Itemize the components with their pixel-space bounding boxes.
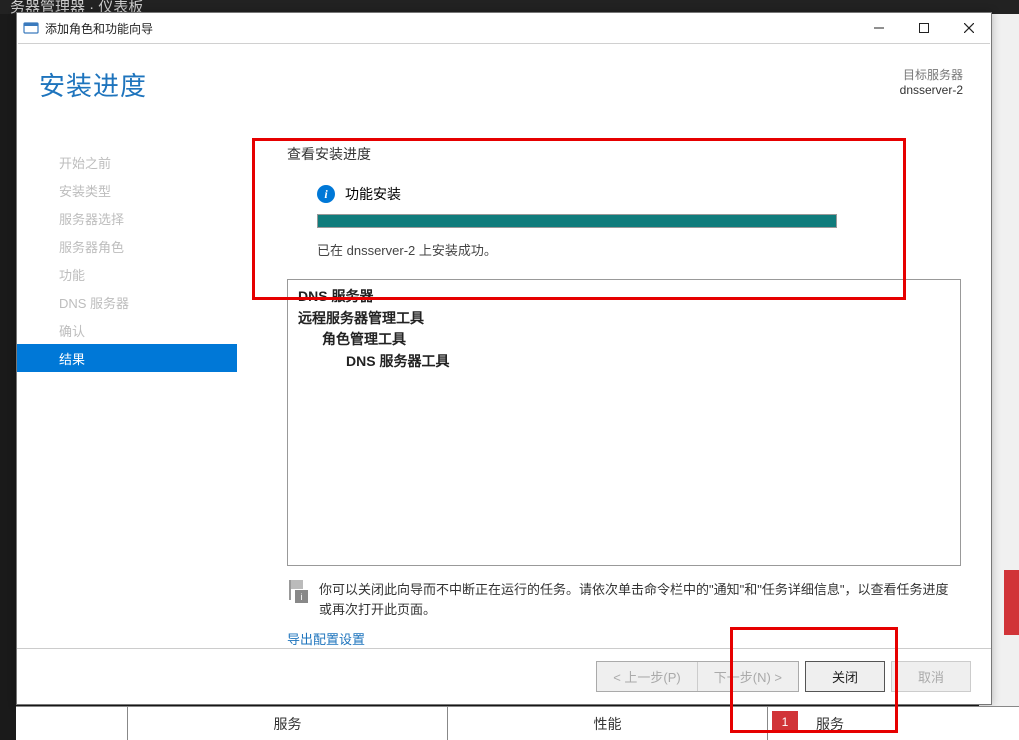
background-bottom-strip: 服务 性能 1 服务 (16, 706, 1019, 740)
content-panel: 查看安装进度 i 功能安装 已在 dnsserver-2 上安装成功。 DNS … (237, 138, 991, 648)
wizard-steps: 开始之前 安装类型 服务器选择 服务器角色 功能 DNS 服务器 确认 结果 (17, 138, 237, 648)
alert-badge: 1 (772, 711, 798, 733)
footer: < 上一步(P) 下一步(N) > 关闭 取消 (17, 648, 991, 704)
tree-item: 角色管理工具 (298, 329, 950, 351)
bottom-cell-services[interactable]: 服务 (128, 707, 448, 740)
tree-item: DNS 服务器 (298, 286, 950, 308)
bottom-cell-label: 服务 (816, 714, 844, 734)
target-server-block: 目标服务器 dnsserver-2 (900, 66, 963, 97)
nav-button-group: < 上一步(P) 下一步(N) > (596, 661, 799, 692)
step-dns-server: DNS 服务器 (17, 288, 237, 316)
tree-item: DNS 服务器工具 (298, 351, 950, 373)
app-icon (23, 20, 39, 36)
progress-fill (318, 215, 836, 227)
info-icon: i (317, 185, 335, 203)
wizard-dialog: 添加角色和功能向导 安装进度 目标服务器 dnsserver-2 开始 (16, 12, 992, 705)
titlebar: 添加角色和功能向导 (17, 13, 991, 43)
header: 安装进度 目标服务器 dnsserver-2 (17, 44, 991, 138)
close-button[interactable]: 关闭 (805, 661, 885, 692)
step-features: 功能 (17, 260, 237, 288)
section-label: 查看安装进度 (287, 144, 961, 164)
step-results[interactable]: 结果 (17, 344, 237, 372)
bottom-cell-performance[interactable]: 性能 (448, 707, 768, 740)
page-title: 安装进度 (39, 66, 147, 103)
success-message: 已在 dnsserver-2 上安装成功。 (317, 240, 961, 259)
target-label: 目标服务器 (900, 66, 963, 83)
next-button: 下一步(N) > (698, 662, 798, 691)
hint-text: 你可以关闭此向导而不中断正在运行的任务。请依次单击命令栏中的"通知"和"任务详细… (319, 580, 961, 619)
target-server-name: dnsserver-2 (900, 83, 963, 97)
bottom-cell (16, 707, 128, 740)
cancel-button: 取消 (891, 661, 971, 692)
flag-icon: i (287, 580, 309, 602)
minimize-button[interactable] (856, 14, 901, 42)
step-before-you-begin: 开始之前 (17, 148, 237, 176)
background-red-strip (1004, 570, 1019, 635)
tree-item: 远程服务器管理工具 (298, 308, 950, 330)
step-confirm: 确认 (17, 316, 237, 344)
step-server-roles: 服务器角色 (17, 232, 237, 260)
progress-bar (317, 214, 837, 228)
status-text: 功能安装 (345, 184, 401, 204)
hint-row: i 你可以关闭此向导而不中断正在运行的任务。请依次单击命令栏中的"通知"和"任务… (287, 580, 961, 619)
status-row: i 功能安装 (317, 184, 961, 204)
export-config-link[interactable]: 导出配置设置 (287, 629, 961, 648)
results-tree: DNS 服务器 远程服务器管理工具 角色管理工具 DNS 服务器工具 (287, 279, 961, 566)
maximize-button[interactable] (901, 14, 946, 42)
step-install-type: 安装类型 (17, 176, 237, 204)
close-window-button[interactable] (946, 14, 991, 42)
bottom-cell-services-2[interactable]: 1 服务 (768, 707, 1019, 740)
step-server-selection: 服务器选择 (17, 204, 237, 232)
window-title: 添加角色和功能向导 (45, 20, 153, 37)
previous-button: < 上一步(P) (597, 662, 698, 691)
